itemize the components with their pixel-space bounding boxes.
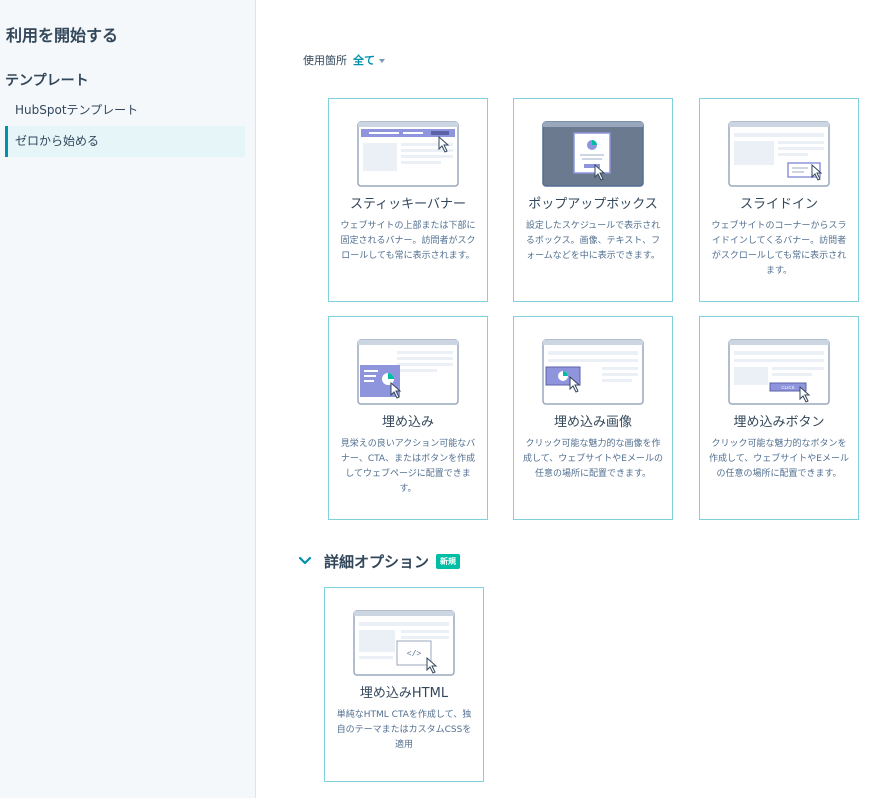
card-description: ウェブサイトのコーナーからスライドインしてくるバナー。訪問者がスクロールしても常… [711, 221, 847, 276]
advanced-options-header[interactable]: 詳細オプション 新規 [298, 549, 461, 573]
card-description: ウェブサイトの上部または下部に固定されるバナー。訪問者がスクロールしても常に表示… [340, 221, 476, 261]
sidebar: 利用を開始する テンプレート HubSpotテンプレート ゼロから始める [0, 0, 256, 798]
card-description: クリック可能な魅力的なボタンを作成して、ウェブサイトやEメールの任意の場所に配置… [709, 439, 849, 479]
click-button-label: CLICK [781, 385, 794, 390]
filter-dropdown[interactable]: 全て [353, 54, 385, 67]
template-card-popup-box[interactable]: ポップアップボックス 設定したスケジュールで表示されるボックス。画像、テキスト、… [513, 98, 673, 302]
sidebar-item-start-from-scratch[interactable]: ゼロから始める [5, 126, 245, 157]
embedded-image-illustration [542, 339, 644, 405]
card-description: クリック可能な魅力的な画像を作成して、ウェブサイトやEメールの任意の場所に配置で… [523, 439, 663, 479]
code-icon: </> [407, 650, 422, 659]
embedded-button-illustration: CLICK [728, 339, 830, 405]
sidebar-title: 利用を開始する [6, 26, 119, 45]
card-description: 設定したスケジュールで表示されるボックス。画像、テキスト、フォームなどを中に表示… [525, 221, 661, 261]
template-card-embedded-image[interactable]: 埋め込み画像 クリック可能な魅力的な画像を作成して、ウェブサイトやEメールの任意… [513, 316, 673, 520]
card-title: 埋め込みHTML [359, 686, 449, 701]
card-description: 単純なHTML CTAを作成して、独自のテーマまたはカスタムCSSを適用 [336, 710, 472, 750]
section-title: 詳細オプション [324, 552, 430, 571]
embedded-illustration [357, 339, 459, 405]
card-title: ポップアップボックス [528, 197, 658, 212]
chevron-down-icon[interactable] [298, 554, 312, 568]
sticky-banner-illustration [357, 121, 459, 187]
card-title: 埋め込み画像 [553, 415, 632, 430]
sidebar-item-hubspot-templates[interactable]: HubSpotテンプレート [5, 95, 245, 126]
filter-label: 使用箇所 [303, 54, 347, 67]
sidebar-section-heading: テンプレート [5, 73, 89, 89]
template-card-slide-in[interactable]: スライドイン ウェブサイトのコーナーからスライドインしてくるバナー。訪問者がスク… [699, 98, 859, 302]
slide-in-illustration [728, 121, 830, 187]
card-description: 見栄えの良いアクション可能なバナー、CTA、またはボタンを作成してウェブページに… [340, 439, 476, 494]
template-card-embedded[interactable]: 埋め込み 見栄えの良いアクション可能なバナー、CTA、またはボタンを作成してウェ… [328, 316, 488, 520]
new-badge: 新規 [436, 553, 461, 569]
template-card-embedded-button[interactable]: CLICK 埋め込みボタン クリック可能な魅力的なボタンを作成して、ウェブサイト… [699, 316, 859, 520]
card-title: 埋め込みボタン [733, 415, 825, 430]
usage-filter: 使用箇所 全て [303, 52, 385, 68]
template-card-embedded-html[interactable]: </> 埋め込みHTML 単純なHTML CTAを作成して、独自のテーマまたはカ… [324, 587, 484, 782]
card-title: スライドイン [739, 197, 818, 212]
template-card-sticky-banner[interactable]: スティッキーバナー ウェブサイトの上部または下部に固定されるバナー。訪問者がスク… [328, 98, 488, 302]
card-title: スティッキーバナー [349, 197, 467, 212]
card-title: 埋め込み [381, 415, 434, 430]
caret-down-icon [379, 59, 385, 63]
embedded-html-illustration: </> [353, 610, 455, 676]
popup-box-illustration [542, 121, 644, 187]
filter-value: 全て [353, 54, 375, 67]
